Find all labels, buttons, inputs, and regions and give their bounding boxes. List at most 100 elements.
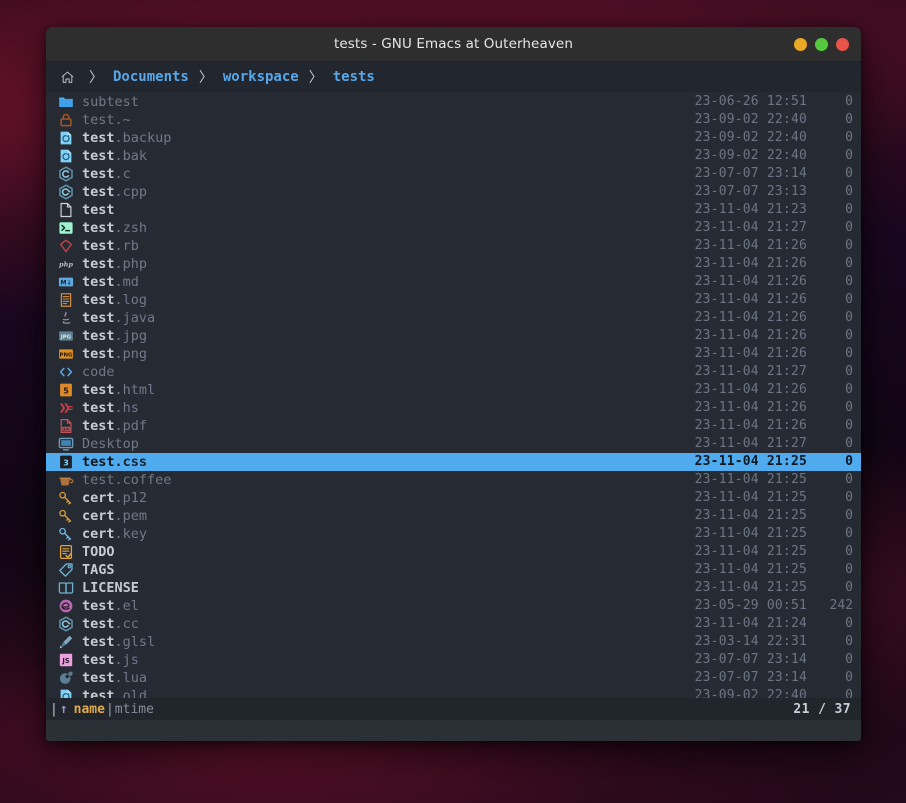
file-size: 0 bbox=[845, 238, 853, 253]
file-extension: .java bbox=[114, 310, 156, 326]
file-name: test.coffee bbox=[82, 471, 665, 489]
file-row[interactable]: JS test.js 23-07-07 23:14 0 bbox=[46, 651, 861, 669]
file-row[interactable]: test.bak 23-09-02 22:40 0 bbox=[46, 147, 861, 165]
svg-text:PNG: PNG bbox=[60, 352, 73, 358]
home-icon[interactable] bbox=[60, 70, 75, 85]
file-mtime: 23-11-04 21:26 bbox=[694, 292, 807, 307]
file-mtime: 23-09-02 22:40 bbox=[694, 130, 807, 145]
file-mtime: 23-11-04 21:24 bbox=[694, 616, 807, 631]
svg-text:JS: JS bbox=[61, 657, 69, 665]
file-extension: .js bbox=[114, 652, 139, 668]
file-name: Desktop bbox=[82, 435, 665, 453]
file-row[interactable]: test.glsl 23-03-14 22:31 0 bbox=[46, 633, 861, 651]
java-icon bbox=[58, 310, 74, 326]
file-row[interactable]: test.rb 23-11-04 21:26 0 bbox=[46, 237, 861, 255]
file-name: test.php bbox=[82, 255, 665, 273]
file-row[interactable]: 5 test.html 23-11-04 21:26 0 bbox=[46, 381, 861, 399]
file-extension: .coffee bbox=[114, 472, 172, 488]
window-title: tests - GNU Emacs at Outerheaven bbox=[334, 36, 573, 52]
file-basename: test bbox=[82, 112, 115, 128]
file-mtime: 23-11-04 21:25 bbox=[694, 454, 807, 469]
file-extension: .lua bbox=[114, 670, 148, 686]
jpg-icon: JPG bbox=[58, 328, 74, 344]
file-row[interactable]: test.coffee 23-11-04 21:25 0 bbox=[46, 471, 861, 489]
file-row[interactable]: test.lua 23-07-07 23:14 0 bbox=[46, 669, 861, 687]
sort-field-name[interactable]: name bbox=[74, 702, 105, 717]
file-mtime: 23-11-04 21:26 bbox=[694, 238, 807, 253]
file-row[interactable]: M↓ test.md 23-11-04 21:26 0 bbox=[46, 273, 861, 291]
file-row[interactable]: PDF test.pdf 23-11-04 21:26 0 bbox=[46, 417, 861, 435]
folder-icon bbox=[58, 94, 74, 110]
file-extension: .md bbox=[114, 274, 139, 290]
file-row[interactable]: test.zsh 23-11-04 21:27 0 bbox=[46, 219, 861, 237]
file-basename: test bbox=[82, 454, 115, 470]
file-basename: subtest bbox=[82, 94, 139, 110]
svg-text:php: php bbox=[59, 261, 73, 269]
file-row[interactable]: test.hs 23-11-04 21:26 0 bbox=[46, 399, 861, 417]
window-titlebar: tests - GNU Emacs at Outerheaven bbox=[46, 27, 861, 62]
file-row[interactable]: TAGS 23-11-04 21:25 0 bbox=[46, 561, 861, 579]
file-size: 0 bbox=[845, 202, 853, 217]
file-row[interactable]: php test.php 23-11-04 21:26 0 bbox=[46, 255, 861, 273]
file-extension: .log bbox=[114, 292, 148, 308]
file-row[interactable]: cert.p12 23-11-04 21:25 0 bbox=[46, 489, 861, 507]
file-basename: test bbox=[82, 310, 115, 326]
file-basename: cert bbox=[82, 508, 115, 524]
file-basename: test bbox=[82, 148, 115, 164]
svg-text:3: 3 bbox=[63, 458, 69, 467]
file-row[interactable]: test.el 23-05-29 00:51 242 bbox=[46, 597, 861, 615]
book-icon bbox=[58, 580, 74, 596]
file-extension: .bak bbox=[114, 148, 148, 164]
file-mtime: 23-11-04 21:26 bbox=[694, 346, 807, 361]
file-basename: test bbox=[82, 670, 115, 686]
cpp-icon bbox=[58, 184, 74, 200]
file-row[interactable]: test 23-11-04 21:23 0 bbox=[46, 201, 861, 219]
file-row[interactable]: TODO 23-11-04 21:25 0 bbox=[46, 543, 861, 561]
file-name: cert.key bbox=[82, 525, 665, 543]
file-row[interactable]: test.log 23-11-04 21:26 0 bbox=[46, 291, 861, 309]
file-name: test.cc bbox=[82, 615, 665, 633]
file-row[interactable]: test.java 23-11-04 21:26 0 bbox=[46, 309, 861, 327]
file-size: 0 bbox=[845, 562, 853, 577]
file-row[interactable]: test.backup 23-09-02 22:40 0 bbox=[46, 129, 861, 147]
file-row[interactable]: test.cpp 23-07-07 23:13 0 bbox=[46, 183, 861, 201]
sort-field-mtime[interactable]: mtime bbox=[115, 702, 154, 717]
sort-indicator[interactable]: | ↑ name | mtime bbox=[50, 702, 154, 717]
file-name: test.js bbox=[82, 651, 665, 669]
file-icon bbox=[58, 202, 74, 218]
file-row[interactable]: JPG test.jpg 23-11-04 21:26 0 bbox=[46, 327, 861, 345]
file-row[interactable]: cert.pem 23-11-04 21:25 0 bbox=[46, 507, 861, 525]
file-row[interactable]: test.c 23-07-07 23:14 0 bbox=[46, 165, 861, 183]
file-row[interactable]: LICENSE 23-11-04 21:25 0 bbox=[46, 579, 861, 597]
file-list[interactable]: subtest 23-06-26 12:51 0 test.~ 23-09-02 22:… bbox=[46, 92, 861, 698]
breadcrumb-item-documents[interactable]: Documents bbox=[113, 69, 189, 85]
markdown-icon: M↓ bbox=[58, 274, 74, 290]
breadcrumb-separator: 〉 bbox=[198, 70, 213, 86]
file-row[interactable]: code 23-11-04 21:27 0 bbox=[46, 363, 861, 381]
file-row[interactable]: subtest 23-06-26 12:51 0 bbox=[46, 93, 861, 111]
breadcrumb-item-tests[interactable]: tests bbox=[333, 69, 375, 85]
file-mtime: 23-11-04 21:26 bbox=[694, 274, 807, 289]
svg-text:PDF: PDF bbox=[63, 427, 70, 431]
minimize-button[interactable] bbox=[794, 38, 807, 51]
sort-direction-icon[interactable]: ↑ bbox=[60, 702, 68, 717]
file-row[interactable]: test.old 23-09-02 22:40 0 bbox=[46, 687, 861, 698]
maximize-button[interactable] bbox=[815, 38, 828, 51]
file-size: 0 bbox=[845, 616, 853, 631]
file-name: test.zsh bbox=[82, 219, 665, 237]
file-row[interactable]: cert.key 23-11-04 21:25 0 bbox=[46, 525, 861, 543]
file-row[interactable]: 3 test.css 23-11-04 21:25 0 bbox=[46, 453, 861, 471]
file-mtime: 23-11-04 21:25 bbox=[694, 526, 807, 541]
file-row[interactable]: test.~ 23-09-02 22:40 0 bbox=[46, 111, 861, 129]
file-row[interactable]: PNG test.png 23-11-04 21:26 0 bbox=[46, 345, 861, 363]
close-button[interactable] bbox=[836, 38, 849, 51]
breadcrumb-item-workspace[interactable]: workspace bbox=[223, 69, 299, 85]
sort-divider: | bbox=[105, 701, 114, 717]
file-extension: .hs bbox=[114, 400, 139, 416]
file-row[interactable]: Desktop 23-11-04 21:27 0 bbox=[46, 435, 861, 453]
file-mtime: 23-11-04 21:27 bbox=[694, 364, 807, 379]
file-mtime: 23-11-04 21:25 bbox=[694, 472, 807, 487]
file-mtime: 23-11-04 21:27 bbox=[694, 220, 807, 235]
file-basename: Desktop bbox=[82, 436, 139, 452]
file-row[interactable]: test.cc 23-11-04 21:24 0 bbox=[46, 615, 861, 633]
